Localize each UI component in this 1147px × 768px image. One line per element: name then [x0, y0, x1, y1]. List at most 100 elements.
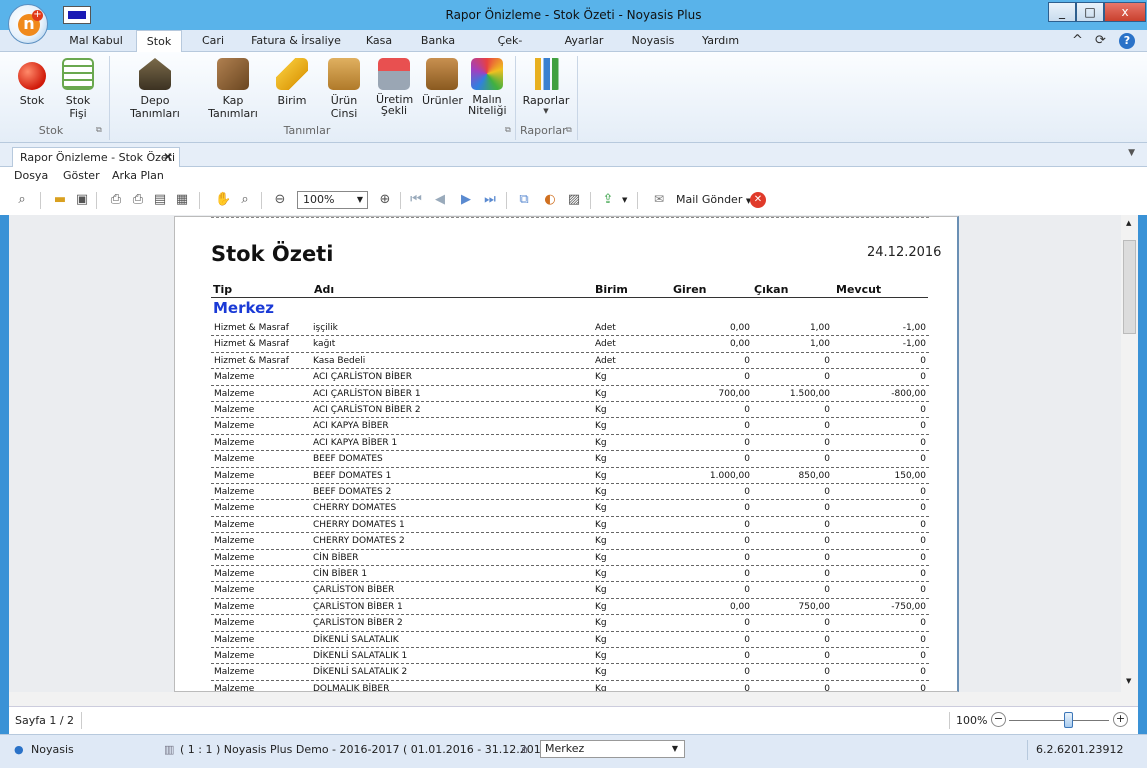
scale-icon[interactable]: ▦: [174, 192, 190, 208]
hand-tool-icon[interactable]: ✋: [215, 192, 231, 208]
depo-tanimlari-button[interactable]: Depo Tanımları: [118, 58, 192, 120]
mail-gonder-button[interactable]: Mail Gönder ▼: [676, 193, 751, 206]
cell-birim: Adet: [595, 355, 616, 366]
tomato-icon: [18, 62, 46, 90]
tab-ayarlar[interactable]: Ayarlar: [564, 30, 604, 52]
quick-print-icon[interactable]: ⎙: [130, 192, 146, 208]
last-page-icon[interactable]: ⏭: [482, 192, 498, 208]
zoom-out-icon[interactable]: ⊖: [272, 192, 288, 208]
uretim-sekli-button[interactable]: Üretim Şekli: [376, 58, 413, 116]
scroll-down-icon[interactable]: ▼: [1126, 677, 1131, 685]
tab-mal-kabul[interactable]: Mal Kabul: [66, 30, 126, 52]
stok-fisi-button[interactable]: Stok Fişi: [56, 58, 100, 120]
cell-adi: ÇARLİSTON BİBER: [313, 585, 395, 596]
maximize-button[interactable]: □: [1076, 2, 1104, 22]
close-preview-icon[interactable]: ✕: [750, 192, 766, 208]
urun-cinsi-button[interactable]: Ürün Cinsi: [316, 58, 372, 120]
tab-fatura-irsaliye[interactable]: Fatura & İrsaliye: [251, 30, 341, 52]
menu-dosya[interactable]: Dosya: [14, 169, 48, 182]
urunler-button[interactable]: Ürünler: [422, 58, 463, 107]
zoom-slider-thumb[interactable]: [1064, 712, 1073, 728]
dropdown-arrow-icon[interactable]: ▼: [622, 196, 627, 204]
stok-button[interactable]: Stok: [14, 58, 50, 107]
zoom-in-icon[interactable]: ⊕: [377, 192, 393, 208]
page-color-icon[interactable]: ◐: [542, 192, 558, 208]
header-birim: Birim: [595, 283, 628, 296]
app-logo-button[interactable]: n +: [8, 4, 48, 44]
branch-select[interactable]: Merkez ▼: [540, 740, 685, 758]
report-title: Stok Özeti: [211, 242, 334, 266]
cell-tip: Malzeme: [214, 372, 255, 383]
tab-noyasis[interactable]: Noyasis: [631, 30, 675, 52]
table-row: Malzeme ACI KAPYA BİBER 1 Kg 0 0 0: [211, 435, 929, 452]
cell-giren: 0: [744, 355, 750, 366]
list-icon: [62, 58, 94, 90]
table-row: Malzeme DOLMALIK BİBER Kg 0 0 0: [211, 681, 929, 692]
dialog-launcher-icon[interactable]: ⧉: [505, 125, 511, 135]
menu-goster[interactable]: Göster: [63, 169, 100, 182]
menu-arka-plan[interactable]: Arka Plan: [112, 169, 164, 182]
kap-tanimlari-button[interactable]: Kap Tanımları: [199, 58, 267, 120]
tab-rapor-onizleme[interactable]: Rapor Önizleme - Stok Özeti ✕: [12, 147, 180, 167]
dialog-launcher-icon[interactable]: ⧉: [566, 125, 572, 135]
multiple-pages-icon[interactable]: ⧉: [516, 192, 532, 208]
cell-cikan: 0: [824, 355, 830, 366]
help-icon[interactable]: ?: [1119, 33, 1135, 49]
first-page-icon[interactable]: ⏮: [408, 192, 424, 208]
table-row: Malzeme ACI ÇARLİSTON BİBER 1 Kg 700,00 1.50…: [211, 386, 929, 402]
next-page-icon[interactable]: ▶: [458, 192, 474, 208]
watermark-icon[interactable]: ▨: [566, 192, 582, 208]
cell-mevcut: -750,00: [891, 601, 926, 612]
close-button[interactable]: x: [1104, 2, 1146, 22]
cell-cikan: 0: [824, 487, 830, 497]
tab-cari[interactable]: Cari: [197, 30, 229, 52]
scroll-up-icon[interactable]: ▲: [1126, 219, 1131, 227]
page-indicator: Sayfa 1 / 2: [15, 714, 75, 727]
tab-yardim[interactable]: Yardım: [702, 30, 739, 52]
cell-mevcut: 0: [920, 421, 926, 432]
ruler-icon: [276, 58, 308, 90]
warehouse-icon: [139, 58, 171, 90]
zoom-in-button[interactable]: +: [1113, 712, 1128, 727]
magnifier-icon[interactable]: ⌕: [237, 192, 253, 208]
cell-mevcut: 0: [920, 536, 926, 547]
quick-access-button[interactable]: [63, 6, 91, 24]
dialog-launcher-icon[interactable]: ⧉: [96, 125, 102, 135]
minimize-button[interactable]: _: [1048, 2, 1076, 22]
zoom-select[interactable]: 100% ▼: [297, 191, 368, 209]
cell-tip: Hizmet & Masraf: [214, 323, 289, 333]
zoom-slider-track[interactable]: [1009, 720, 1109, 721]
previous-page-icon[interactable]: ◀: [432, 192, 448, 208]
tab-kasa[interactable]: Kasa: [364, 30, 394, 52]
tab-stok[interactable]: Stok: [136, 30, 182, 53]
table-row: Malzeme ÇARLİSTON BİBER 1 Kg 0,00 750,00 -750…: [211, 599, 929, 616]
tab-banka[interactable]: Banka: [420, 30, 456, 52]
collapse-ribbon-icon[interactable]: ^: [1072, 33, 1083, 48]
malin-niteligi-button[interactable]: Malın Niteliği: [468, 58, 507, 116]
tab-cek-senet[interactable]: Çek-Senet: [482, 30, 538, 69]
cell-cikan: 0: [824, 372, 830, 383]
group-header: Merkez: [213, 299, 274, 317]
header-rule: [211, 297, 928, 298]
refresh-icon[interactable]: ⟳: [1095, 33, 1106, 48]
page-setup-icon[interactable]: ▤: [152, 192, 168, 208]
vertical-scroll-thumb[interactable]: [1123, 240, 1136, 334]
tab-list-dropdown-icon[interactable]: ▼: [1128, 148, 1135, 158]
find-icon[interactable]: ⌕: [14, 192, 30, 208]
cell-birim: Kg: [595, 618, 607, 629]
birim-button[interactable]: Birim: [276, 58, 308, 107]
zoom-out-button[interactable]: −: [991, 712, 1006, 727]
cell-giren: 0: [744, 683, 750, 692]
close-tab-icon[interactable]: ✕: [163, 148, 173, 167]
raporlar-button[interactable]: Raporlar ▼: [522, 58, 570, 115]
table-row: Malzeme ÇARLİSTON BİBER 2 Kg 0 0 0: [211, 615, 929, 632]
print-dialog-icon[interactable]: ⎙: [108, 192, 124, 208]
cell-cikan: 0: [824, 585, 830, 596]
cell-cikan: 850,00: [798, 470, 831, 481]
cell-mevcut: 0: [920, 454, 926, 465]
export-icon[interactable]: ⇪: [600, 192, 616, 208]
horizontal-scrollbar[interactable]: [9, 692, 1138, 706]
open-icon[interactable]: ▬: [52, 192, 68, 208]
table-row: Malzeme ACI KAPYA BİBER Kg 0 0 0: [211, 418, 929, 435]
save-icon[interactable]: ▣: [74, 192, 90, 208]
